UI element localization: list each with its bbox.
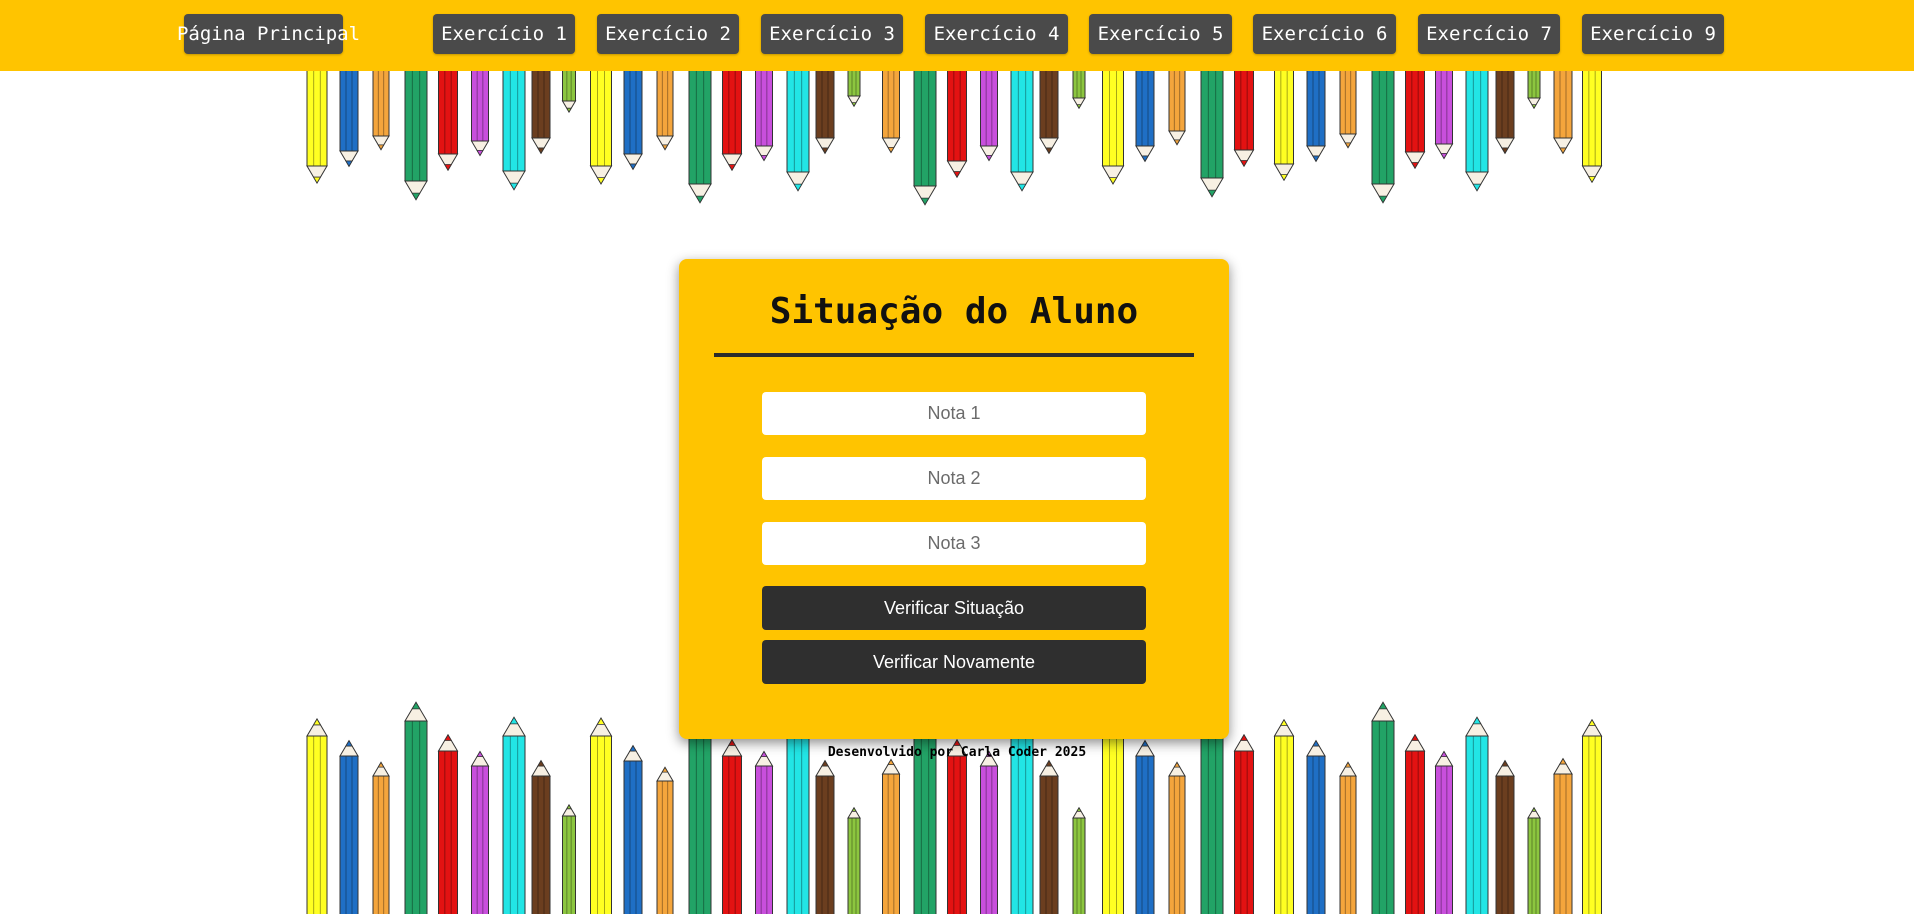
- colored-pencil-icon: [754, 65, 774, 162]
- nav-exercise-1[interactable]: Exercício 1: [433, 14, 575, 54]
- colored-pencil-icon: [1371, 65, 1395, 204]
- colored-pencil-icon: [623, 65, 643, 171]
- student-status-card: Situação do Aluno Verificar Situação Ver…: [679, 259, 1229, 739]
- colored-pencil-icon: [1465, 65, 1489, 192]
- colored-pencil-icon: [815, 759, 835, 914]
- colored-pencil-icon: [589, 65, 613, 185]
- nav-exercise-3[interactable]: Exercício 3: [761, 14, 903, 54]
- colored-pencil-icon: [721, 738, 743, 914]
- colored-pencil-icon: [404, 701, 428, 914]
- colored-pencil-icon: [1200, 65, 1224, 198]
- colored-pencil-icon: [470, 65, 490, 157]
- colored-pencil-icon: [847, 65, 861, 108]
- colored-pencil-icon: [1306, 739, 1326, 914]
- colored-pencil-icon: [1135, 65, 1155, 163]
- colored-pencil-icon: [1039, 65, 1059, 155]
- colored-pencil-icon: [1039, 759, 1059, 914]
- colored-pencil-icon: [470, 750, 490, 914]
- colored-pencil-icon: [656, 65, 674, 151]
- colored-pencil-icon: [1273, 65, 1295, 182]
- colored-pencil-icon: [372, 761, 390, 914]
- colored-pencil-icon: [1581, 65, 1603, 184]
- colored-pencil-icon: [1553, 65, 1573, 155]
- colored-pencil-icon: [531, 65, 551, 155]
- nav-exercise-6[interactable]: Exercício 6: [1253, 14, 1396, 54]
- colored-pencil-icon: [1434, 65, 1454, 160]
- colored-pencil-icon: [721, 65, 743, 172]
- colored-pencil-icon: [339, 739, 359, 914]
- colored-pencil-icon: [946, 65, 968, 179]
- colored-pencil-icon: [1010, 65, 1034, 192]
- nav-exercise-5[interactable]: Exercício 5: [1089, 14, 1232, 54]
- colored-pencil-icon: [881, 65, 901, 154]
- footer-credit: Desenvolvido por Carla Coder 2025: [827, 745, 1087, 760]
- colored-pencil-icon: [561, 803, 577, 914]
- colored-pencil-icon: [946, 738, 968, 914]
- colored-pencil-icon: [1527, 65, 1541, 110]
- colored-pencil-icon: [688, 65, 712, 204]
- colored-pencil-icon: [1233, 65, 1255, 168]
- nav-exercise-2[interactable]: Exercício 2: [597, 14, 739, 54]
- colored-pencil-icon: [623, 744, 643, 914]
- verify-again-button[interactable]: Verificar Novamente: [762, 640, 1146, 684]
- colored-pencil-icon: [754, 750, 774, 914]
- colored-pencil-icon: [815, 65, 835, 155]
- colored-pencil-icon: [913, 65, 937, 206]
- colored-pencil-icon: [1072, 65, 1086, 110]
- colored-pencil-icon: [531, 759, 551, 914]
- colored-pencil-icon: [502, 65, 526, 191]
- colored-pencil-icon: [339, 65, 359, 168]
- colored-pencil-icon: [1404, 65, 1426, 170]
- colored-pencil-icon: [1371, 701, 1395, 914]
- colored-pencil-icon: [1306, 65, 1326, 163]
- colored-pencil-icon: [1135, 739, 1155, 914]
- colored-pencil-icon: [1495, 759, 1515, 914]
- grade-3-input[interactable]: [762, 522, 1146, 565]
- colored-pencil-icon: [1553, 757, 1573, 914]
- nav-exercise-7[interactable]: Exercício 7: [1418, 14, 1560, 54]
- nav-exercise-4[interactable]: Exercício 4: [925, 14, 1068, 54]
- title-divider: [714, 353, 1194, 357]
- colored-pencil-icon: [1495, 65, 1515, 155]
- colored-pencil-icon: [1168, 65, 1186, 146]
- colored-pencil-icon: [881, 758, 901, 914]
- colored-pencil-icon: [786, 65, 810, 192]
- colored-pencil-icon: [1233, 733, 1255, 914]
- colored-pencil-icon: [1434, 750, 1454, 914]
- top-navigation-bar: Página Principal Exercício 1 Exercício 2…: [0, 0, 1914, 71]
- colored-pencil-icon: [1339, 65, 1357, 149]
- colored-pencil-icon: [1527, 806, 1541, 914]
- colored-pencil-icon: [1168, 761, 1186, 914]
- nav-exercise-9[interactable]: Exercício 9: [1582, 14, 1724, 54]
- colored-pencil-icon: [437, 65, 459, 172]
- colored-pencil-icon: [404, 65, 428, 201]
- nav-home-button[interactable]: Página Principal: [177, 14, 360, 54]
- colored-pencil-icon: [1072, 806, 1086, 914]
- colored-pencil-icon: [372, 65, 390, 151]
- colored-pencil-icon: [1101, 65, 1125, 185]
- colored-pencil-icon: [306, 65, 328, 184]
- nav-home-label: Página Principal: [176, 23, 361, 45]
- colored-pencil-icon: [437, 733, 459, 914]
- colored-pencil-icon: [847, 806, 861, 914]
- colored-pencil-icon: [979, 750, 999, 914]
- colored-pencil-icon: [656, 766, 674, 914]
- grade-1-input[interactable]: [762, 392, 1146, 435]
- grade-2-input[interactable]: [762, 457, 1146, 500]
- verify-status-button[interactable]: Verificar Situação: [762, 586, 1146, 630]
- colored-pencil-icon: [979, 65, 999, 162]
- colored-pencil-icon: [561, 65, 577, 114]
- colored-pencil-icon: [1339, 761, 1357, 914]
- colored-pencil-icon: [1404, 733, 1426, 914]
- card-title: Situação do Aluno: [769, 291, 1139, 332]
